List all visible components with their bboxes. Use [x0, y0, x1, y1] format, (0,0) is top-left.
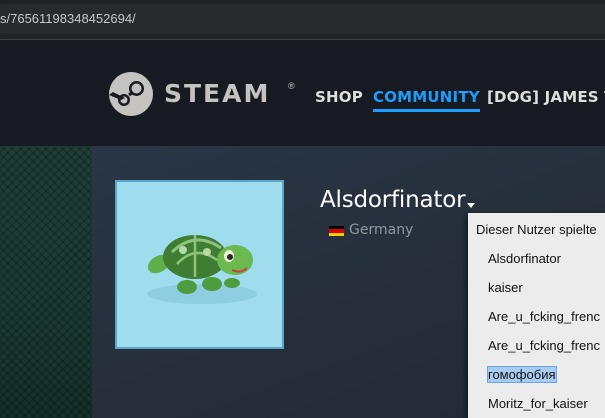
name-history-item-selected[interactable]: гомофобия [487, 366, 557, 383]
steam-logo-icon[interactable] [108, 71, 154, 117]
url-text[interactable]: s/76561198348452694/ [0, 11, 136, 26]
nav-user[interactable]: [DOG] JAMES T. [487, 88, 605, 106]
name-history-item[interactable]: Are_u_fcking_frenc [488, 338, 600, 353]
name-history-item[interactable]: Alsdorfinator [488, 251, 561, 266]
name-history-item[interactable]: kaiser [488, 280, 523, 295]
trademark-symbol: ® [288, 81, 295, 91]
steam-header: STEAM ® SHOP COMMUNITY [DOG] JAMES T. [0, 41, 605, 146]
avatar[interactable] [115, 180, 284, 349]
name-history-dropdown-toggle[interactable] [467, 203, 475, 208]
name-history-item[interactable]: Moritz_for_kaiser [488, 396, 588, 411]
avatar-image [117, 182, 282, 347]
turtle-icon [147, 235, 257, 304]
name-history-dropdown: Dieser Nutzer spielte Alsdorfinator kais… [468, 213, 605, 418]
nav-shop[interactable]: SHOP [315, 88, 363, 106]
name-history-item[interactable]: Are_u_fcking_frenc [488, 309, 600, 324]
profile-location: Germany [349, 222, 414, 238]
steam-wordmark[interactable]: STEAM [164, 79, 270, 108]
persona-name[interactable]: Alsdorfinator [320, 187, 466, 213]
name-history-title: Dieser Nutzer spielte [476, 222, 597, 237]
germany-flag-icon [329, 226, 344, 236]
profile-background-left [0, 146, 92, 418]
nav-community[interactable]: COMMUNITY [373, 88, 480, 112]
browser-address-bar[interactable]: s/76561198348452694/ [0, 0, 605, 40]
